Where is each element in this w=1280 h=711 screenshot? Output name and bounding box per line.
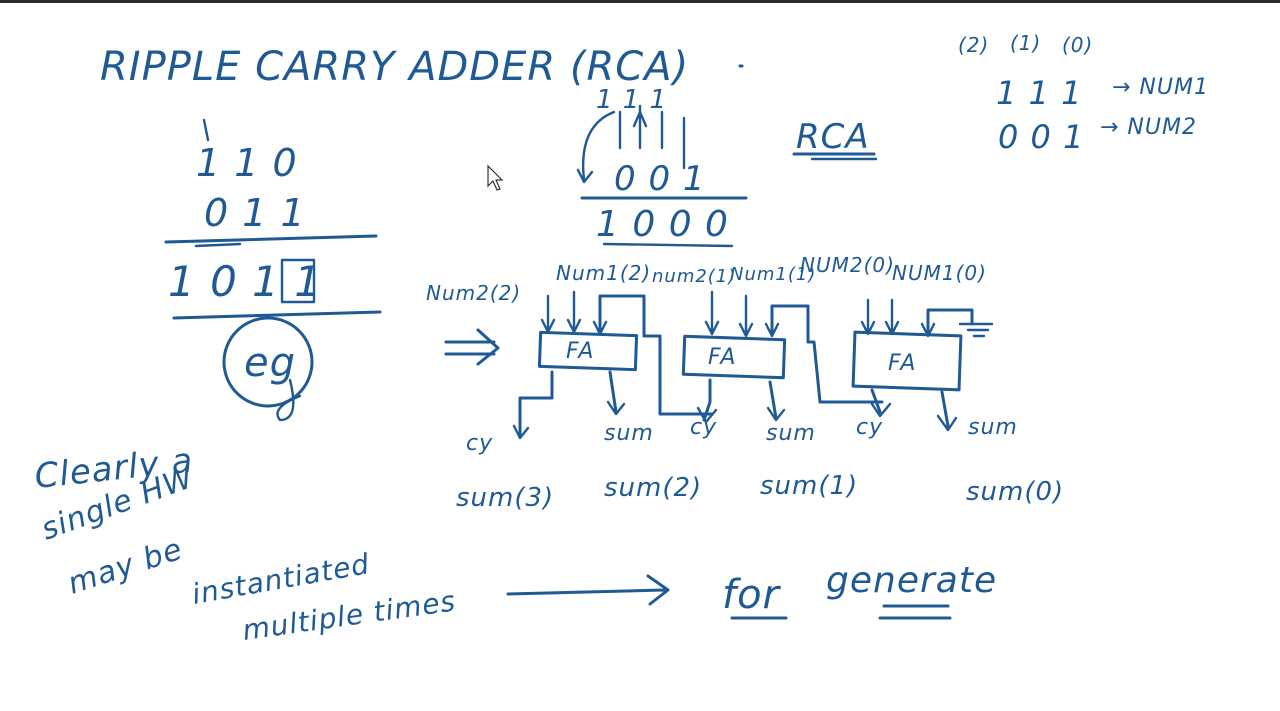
num2-label: → NUM2 — [1100, 115, 1197, 140]
carry-curve — [582, 110, 616, 182]
long-arrow — [506, 574, 670, 606]
num1-label: → NUM1 — [1112, 75, 1209, 100]
num1-bits: 1 1 1 — [996, 74, 1082, 112]
cy-label-1: cy — [690, 415, 717, 440]
cy-label-2: cy — [466, 431, 493, 456]
output-sum3: sum(3) — [456, 483, 554, 513]
cy-label-0: cy — [856, 415, 883, 440]
carry-wire-1-to-2 — [598, 294, 714, 416]
arrow-in-b1 — [738, 294, 754, 338]
fa-label-0: FA — [888, 351, 916, 376]
input-num2-0: NUM2(0) — [800, 253, 895, 277]
eg-label: eg — [244, 340, 296, 386]
arrow-in-b0 — [884, 298, 900, 336]
rca-label: RCA — [796, 117, 870, 157]
note-line-3: may be — [64, 532, 187, 602]
bit-index-0: (0) — [1062, 33, 1093, 57]
sum-label-2: sum — [604, 421, 654, 446]
fa-label-1: FA — [708, 345, 736, 370]
middle-operand: 0 0 1 — [614, 159, 706, 199]
left-sum-line — [164, 234, 378, 244]
input-num1-2: Num1(2) — [556, 261, 651, 285]
title: RIPPLE CARRY ADDER (RCA) — [100, 44, 689, 90]
carry-out-wire-2 — [518, 370, 554, 438]
arrow-in-b2 — [566, 290, 582, 334]
left-result: 1 0 1 1 — [168, 257, 322, 306]
for-keyword: for — [722, 572, 782, 618]
ground-symbol — [958, 322, 994, 338]
middle-result: 1 0 0 0 — [596, 204, 729, 245]
implies-arrow — [444, 328, 500, 366]
input-num1-0: NUM1(0) — [892, 261, 987, 285]
eg-tail — [276, 378, 302, 422]
left-operand: 0 1 1 — [204, 191, 306, 235]
bit-index-1: (1) — [1010, 31, 1041, 55]
bit-index-2: (2) — [958, 33, 989, 57]
middle-carries: 1 1 1 — [596, 85, 667, 115]
fa-label-2: FA — [566, 339, 594, 364]
arrow-in-a0 — [860, 298, 876, 336]
sum-label-1: sum — [766, 421, 816, 446]
input-num2-2: Num2(2) — [426, 281, 521, 305]
output-sum1: sum(1) — [760, 471, 858, 501]
arrow-in-a2 — [540, 294, 556, 334]
sum-label-0: sum — [968, 415, 1018, 440]
generate-keyword: generate — [826, 560, 997, 601]
mouse-cursor-icon — [487, 164, 504, 191]
carry-tick — [202, 118, 210, 142]
num2-bits: 0 0 1 — [998, 118, 1084, 156]
left-result-line — [172, 310, 382, 320]
arrow-in-a1 — [704, 290, 720, 336]
output-sum2: sum(2) — [604, 473, 702, 503]
input-num2-1: num2(1) — [652, 266, 736, 287]
carry-arrowhead — [576, 168, 594, 184]
carry-in-ground — [926, 308, 974, 336]
handwritten-notes: RIPPLE CARRY ADDER (RCA) RCA (2) (1) (0)… — [33, 31, 1209, 647]
left-carry-row: 1 1 0 — [196, 141, 298, 185]
left-sum-line-2 — [194, 242, 242, 248]
output-sum0: sum(0) — [966, 477, 1064, 507]
whiteboard-canvas: RIPPLE CARRY ADDER (RCA) RCA (2) (1) (0)… — [0, 0, 1280, 711]
